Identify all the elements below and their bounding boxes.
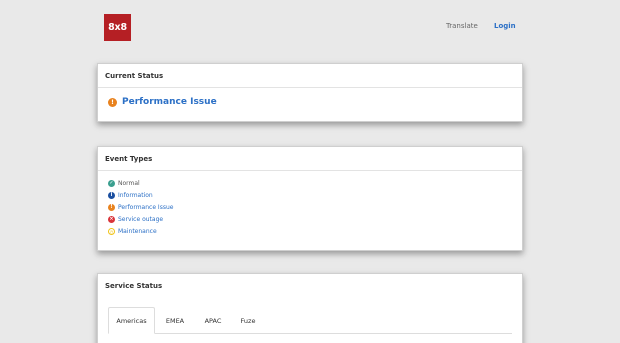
exclamation-icon: ! <box>108 97 117 107</box>
event-type-maintenance: ◷ Maintenance <box>108 225 522 237</box>
event-type-performance-issue: ! Performance Issue <box>108 202 522 214</box>
translate-link[interactable]: Translate <box>446 22 478 30</box>
event-type-label[interactable]: Service outage <box>118 216 163 223</box>
check-icon: ✓ <box>108 180 115 188</box>
event-type-label[interactable]: Maintenance <box>118 228 157 235</box>
brand-logo[interactable]: 8x8 <box>104 14 131 41</box>
tab-fuze[interactable]: Fuze <box>234 307 262 334</box>
login-link[interactable]: Login <box>494 22 516 30</box>
clock-icon: ◷ <box>108 227 115 235</box>
cross-icon: × <box>108 215 115 223</box>
event-type-normal: ✓ Normal <box>108 178 522 190</box>
service-status-card: Service Status Americas EMEA APAC Fuze <box>97 273 523 343</box>
event-type-label: Normal <box>118 180 140 188</box>
event-type-information: i Information <box>108 190 522 202</box>
event-type-service-outage: × Service outage <box>108 213 522 225</box>
event-type-label[interactable]: Performance Issue <box>118 204 173 211</box>
current-status-text[interactable]: Performance Issue <box>122 97 217 107</box>
current-status-title: Current Status <box>105 72 164 80</box>
tab-apac[interactable]: APAC <box>198 307 228 334</box>
event-types-title: Event Types <box>105 155 153 163</box>
event-types-list: ✓ Normal i Information ! Performance Iss… <box>98 171 522 237</box>
exclamation-icon: ! <box>108 203 115 211</box>
service-status-title: Service Status <box>105 282 163 290</box>
event-type-label[interactable]: Information <box>118 192 153 199</box>
tab-emea[interactable]: EMEA <box>160 307 190 334</box>
current-status-card: Current Status ! Performance Issue <box>97 63 523 122</box>
status-page: 8x8 Translate Login Current Status ! Per… <box>0 0 620 343</box>
event-types-card: Event Types ✓ Normal i Information ! Per… <box>97 146 523 251</box>
info-icon: i <box>108 192 115 200</box>
tab-americas[interactable]: Americas <box>108 307 155 334</box>
current-status-row: ! Performance Issue <box>98 88 522 107</box>
region-tabs: Americas EMEA APAC Fuze <box>108 307 512 334</box>
